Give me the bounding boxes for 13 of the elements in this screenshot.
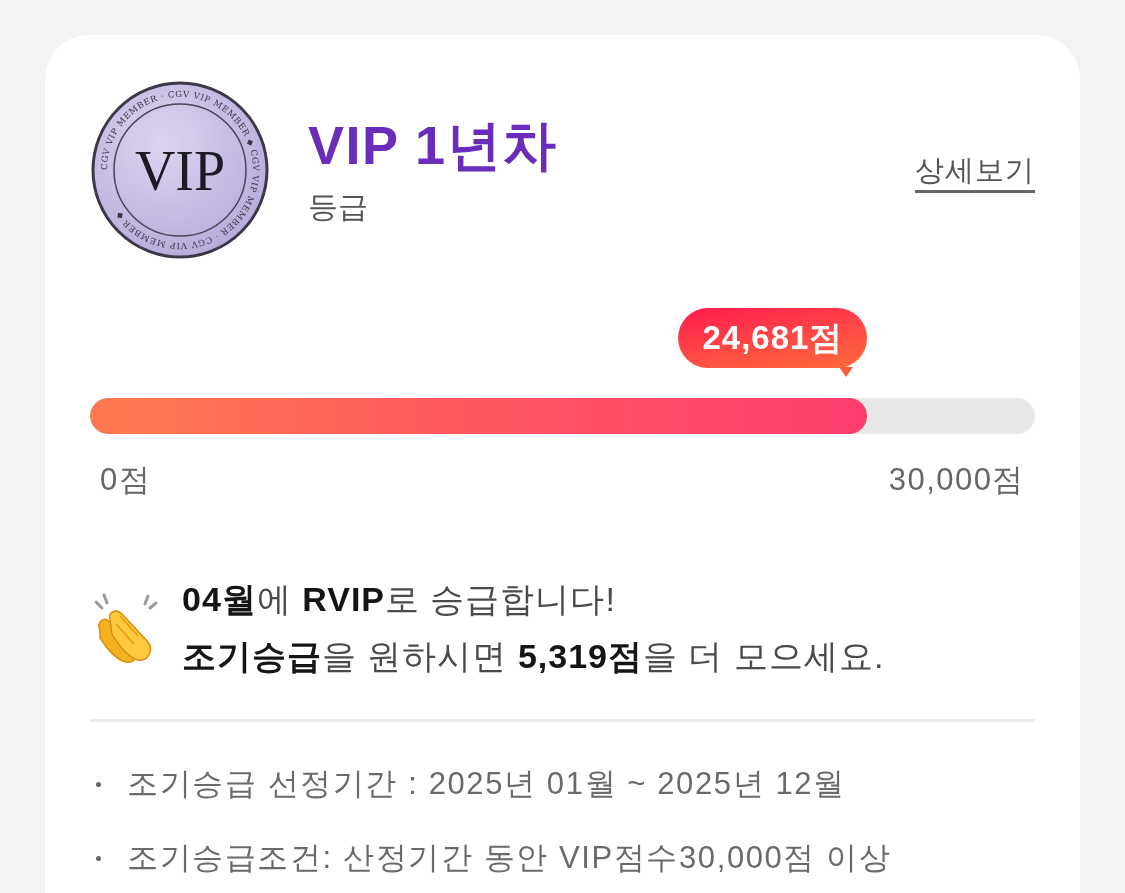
note-text: 조기승급 선정기간 : 2025년 01월 ~ 2025년 12월 [127, 765, 846, 803]
bullet-icon [96, 855, 101, 861]
note-text: 조기승급조건: 산정기간 동안 VIP점수30,000점 이상 [127, 839, 892, 877]
promotion-message: 조기승급을 원하시면 5,319점을 더 모으세요. [182, 636, 885, 677]
grade-title: VIP 1년차 [308, 114, 558, 176]
score-tooltip: 24,681점 [678, 308, 868, 377]
promotion-message: 04월에 RVIP로 승급합니다! [182, 579, 617, 620]
min-score-label: 0점 [100, 461, 152, 499]
tooltip-pointer-icon [839, 367, 854, 377]
details-link[interactable]: 상세보기 [915, 150, 1035, 193]
max-score-label: 30,000점 [888, 461, 1025, 499]
grade-label: 등급 [308, 189, 369, 225]
bullet-icon [96, 781, 101, 787]
